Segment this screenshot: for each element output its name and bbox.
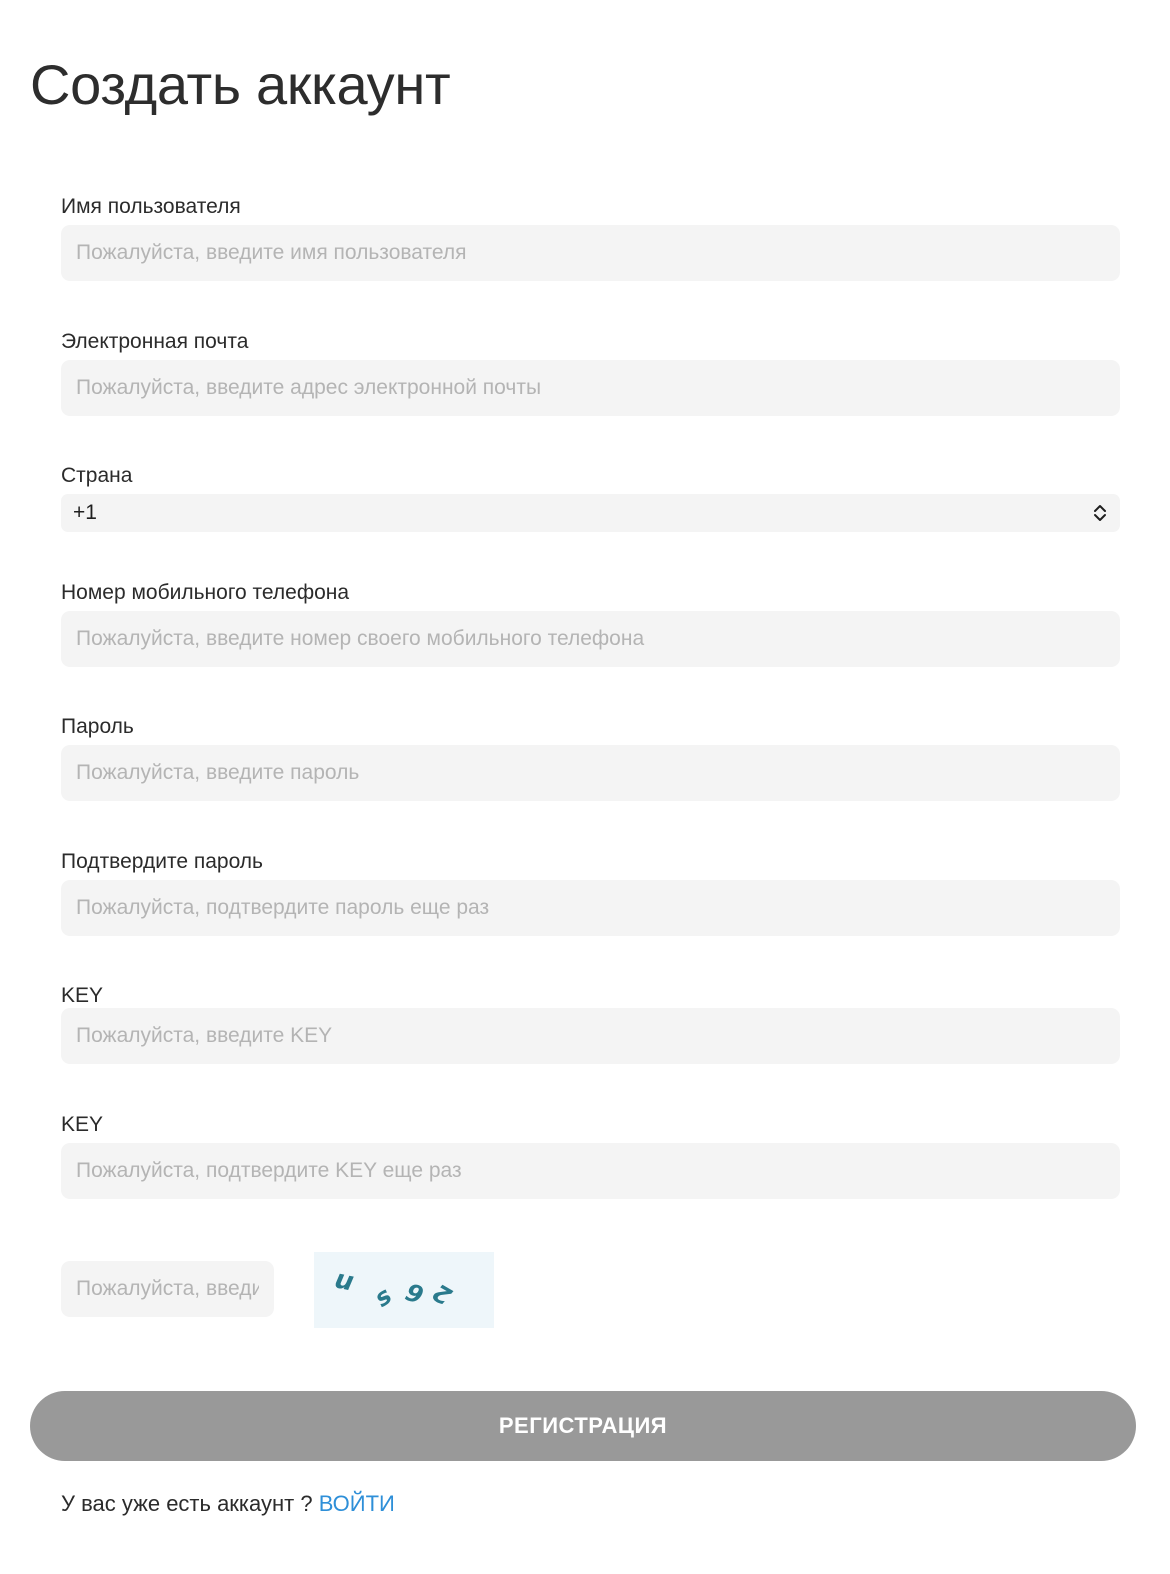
captcha-char: s <box>369 1281 398 1313</box>
password-label: Пароль <box>61 715 134 738</box>
password-input[interactable] <box>76 745 1105 801</box>
page-title: Создать аккаунт <box>30 53 451 116</box>
phone-label: Номер мобильного телефона <box>61 581 350 604</box>
email-input[interactable] <box>76 360 1105 416</box>
password-field-wrapper <box>61 745 1120 801</box>
email-field-wrapper <box>61 360 1120 416</box>
country-code-select[interactable]: +1 <box>61 494 1120 532</box>
key-field-wrapper <box>61 1008 1120 1064</box>
password-confirm-field-wrapper <box>61 880 1120 936</box>
captcha-image[interactable]: u s 9 2 <box>314 1252 494 1328</box>
login-link[interactable]: ВОЙТИ <box>319 1491 395 1516</box>
country-label: Страна <box>61 464 133 487</box>
key-label: KEY <box>61 984 104 1007</box>
captcha-char: 2 <box>428 1277 457 1311</box>
key-confirm-label: KEY <box>61 1113 104 1136</box>
captcha-input[interactable] <box>76 1261 259 1317</box>
captcha-char: 9 <box>401 1277 427 1311</box>
username-label: Имя пользователя <box>61 195 241 218</box>
key-confirm-field-wrapper <box>61 1143 1120 1199</box>
captcha-char: u <box>332 1264 357 1298</box>
login-prompt-row: У вас уже есть аккаунт ? ВОЙТИ <box>61 1490 395 1518</box>
email-label: Электронная почта <box>61 330 249 353</box>
login-prompt-text: У вас уже есть аккаунт ? <box>61 1491 313 1516</box>
phone-field-wrapper <box>61 611 1120 667</box>
key-input[interactable] <box>76 1008 1105 1064</box>
username-field-wrapper <box>61 225 1120 281</box>
password-confirm-input[interactable] <box>76 880 1105 936</box>
captcha-field-wrapper <box>61 1261 274 1317</box>
password-confirm-label: Подтвердите пароль <box>61 850 264 873</box>
country-code-value: +1 <box>73 501 97 524</box>
select-arrows-icon <box>1092 503 1108 523</box>
username-input[interactable] <box>76 225 1105 281</box>
register-button[interactable]: РЕГИСТРАЦИЯ <box>30 1391 1136 1461</box>
phone-input[interactable] <box>76 611 1105 667</box>
key-confirm-input[interactable] <box>76 1143 1105 1199</box>
